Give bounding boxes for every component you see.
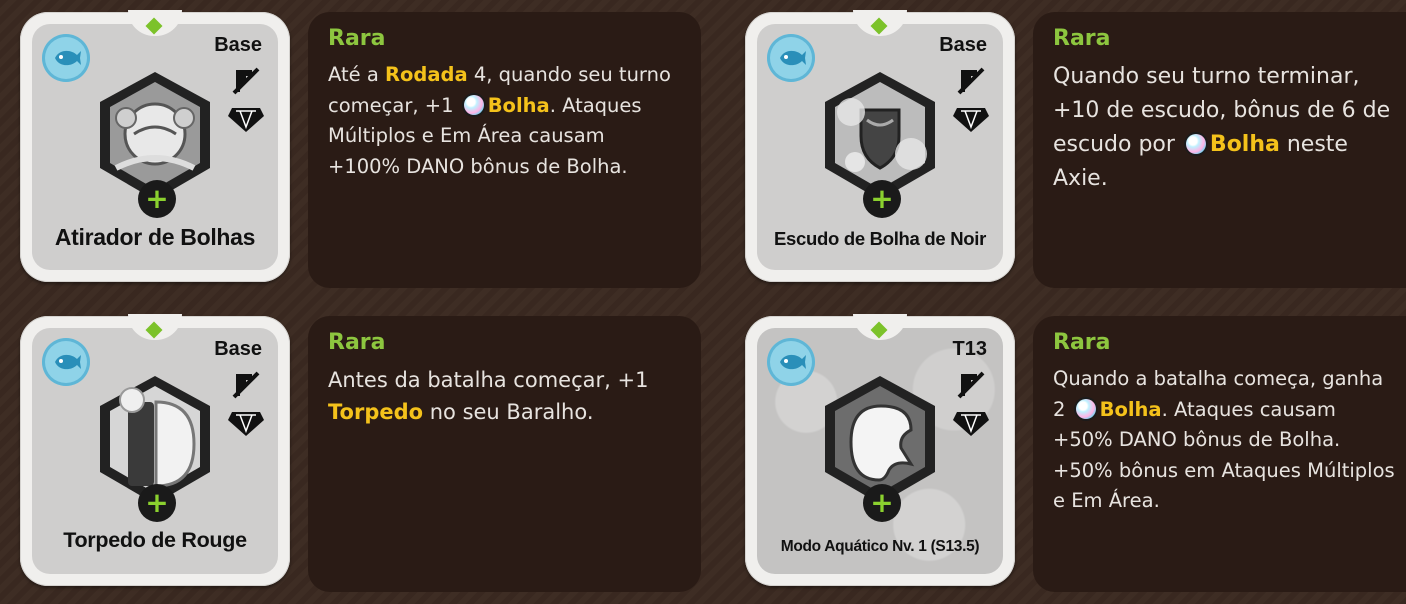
card-name: Modo Aquático Nv. 1 (S13.5)	[780, 538, 980, 555]
card-name: Escudo de Bolha de Noir	[773, 228, 987, 249]
card-name: Atirador de Bolhas	[54, 224, 256, 250]
aquatic-class-icon	[42, 338, 90, 386]
card-description: Até a Rodada 4, quando seu turno começar…	[328, 60, 671, 182]
plus-icon[interactable]: +	[863, 180, 901, 218]
rarity-label: Rara	[1053, 26, 1111, 51]
bubble-icon	[1075, 398, 1096, 419]
rarity-label: Rara	[328, 26, 386, 51]
card-torpedo-de-rouge[interactable]: Base + Torpedo de Rouge	[20, 314, 290, 586]
card-side-icons	[228, 66, 264, 132]
keyword-text[interactable]: Rodada	[385, 63, 468, 86]
card-tier-label: Base	[939, 34, 987, 56]
rarity-label: Rara	[328, 330, 386, 355]
card-atirador-de-bolhas[interactable]: Base + Atirador de Bolhas	[20, 10, 290, 282]
card-escudo-de-bolha-de-noir[interactable]: Base + Escudo de Bolha de Noir	[745, 10, 1015, 282]
card-description-panel: Rara Até a Rodada 4, quando seu turno co…	[308, 12, 701, 288]
gem-icon	[228, 412, 264, 436]
bubble-icon	[463, 94, 484, 115]
card-tier-label: T13	[952, 338, 987, 360]
no-energy-icon	[957, 371, 985, 399]
aquatic-class-icon	[42, 34, 90, 82]
rarity-label: Rara	[1053, 330, 1111, 355]
description-text: Até a	[328, 63, 385, 86]
plus-icon[interactable]: +	[863, 484, 901, 522]
keyword-text[interactable]: Bolha	[488, 94, 550, 117]
card-description: Quando a batalha começa, ganha 2 Bolha. …	[1053, 364, 1396, 517]
aquatic-class-icon	[767, 34, 815, 82]
plus-icon[interactable]: +	[138, 484, 176, 522]
card-description-panel: Rara Quando a batalha começa, ganha 2 Bo…	[1033, 316, 1406, 592]
card-name: Torpedo de Rouge	[63, 528, 247, 552]
keyword-text[interactable]: Bolha	[1100, 398, 1162, 421]
card-description-panel: Rara Quando seu turno terminar, +10 de e…	[1033, 12, 1406, 288]
keyword-text[interactable]: Bolha	[1210, 132, 1280, 157]
description-text: no seu Baralho.	[423, 400, 594, 424]
card-description: Antes da batalha começar, +1 Torpedo no …	[328, 364, 677, 428]
aquatic-class-icon	[767, 338, 815, 386]
card-side-icons	[953, 370, 989, 436]
gem-icon	[953, 108, 989, 132]
description-text: Antes da batalha começar, +1	[328, 368, 649, 392]
card-description: Quando seu turno terminar, +10 de escudo…	[1053, 60, 1400, 196]
card-modo-aquatico[interactable]: T13 + Modo Aquático Nv. 1 (S13.5)	[745, 314, 1015, 586]
no-energy-icon	[957, 67, 985, 95]
gem-icon	[953, 412, 989, 436]
card-tier-label: Base	[214, 34, 262, 56]
keyword-text[interactable]: Torpedo	[328, 400, 423, 424]
card-side-icons	[953, 66, 989, 132]
no-energy-icon	[232, 371, 260, 399]
card-tier-label: Base	[214, 338, 262, 360]
plus-icon[interactable]: +	[138, 180, 176, 218]
gem-icon	[228, 108, 264, 132]
no-energy-icon	[232, 67, 260, 95]
card-description-panel: Rara Antes da batalha começar, +1 Torped…	[308, 316, 701, 592]
bubble-icon	[1185, 134, 1206, 154]
card-side-icons	[228, 370, 264, 436]
